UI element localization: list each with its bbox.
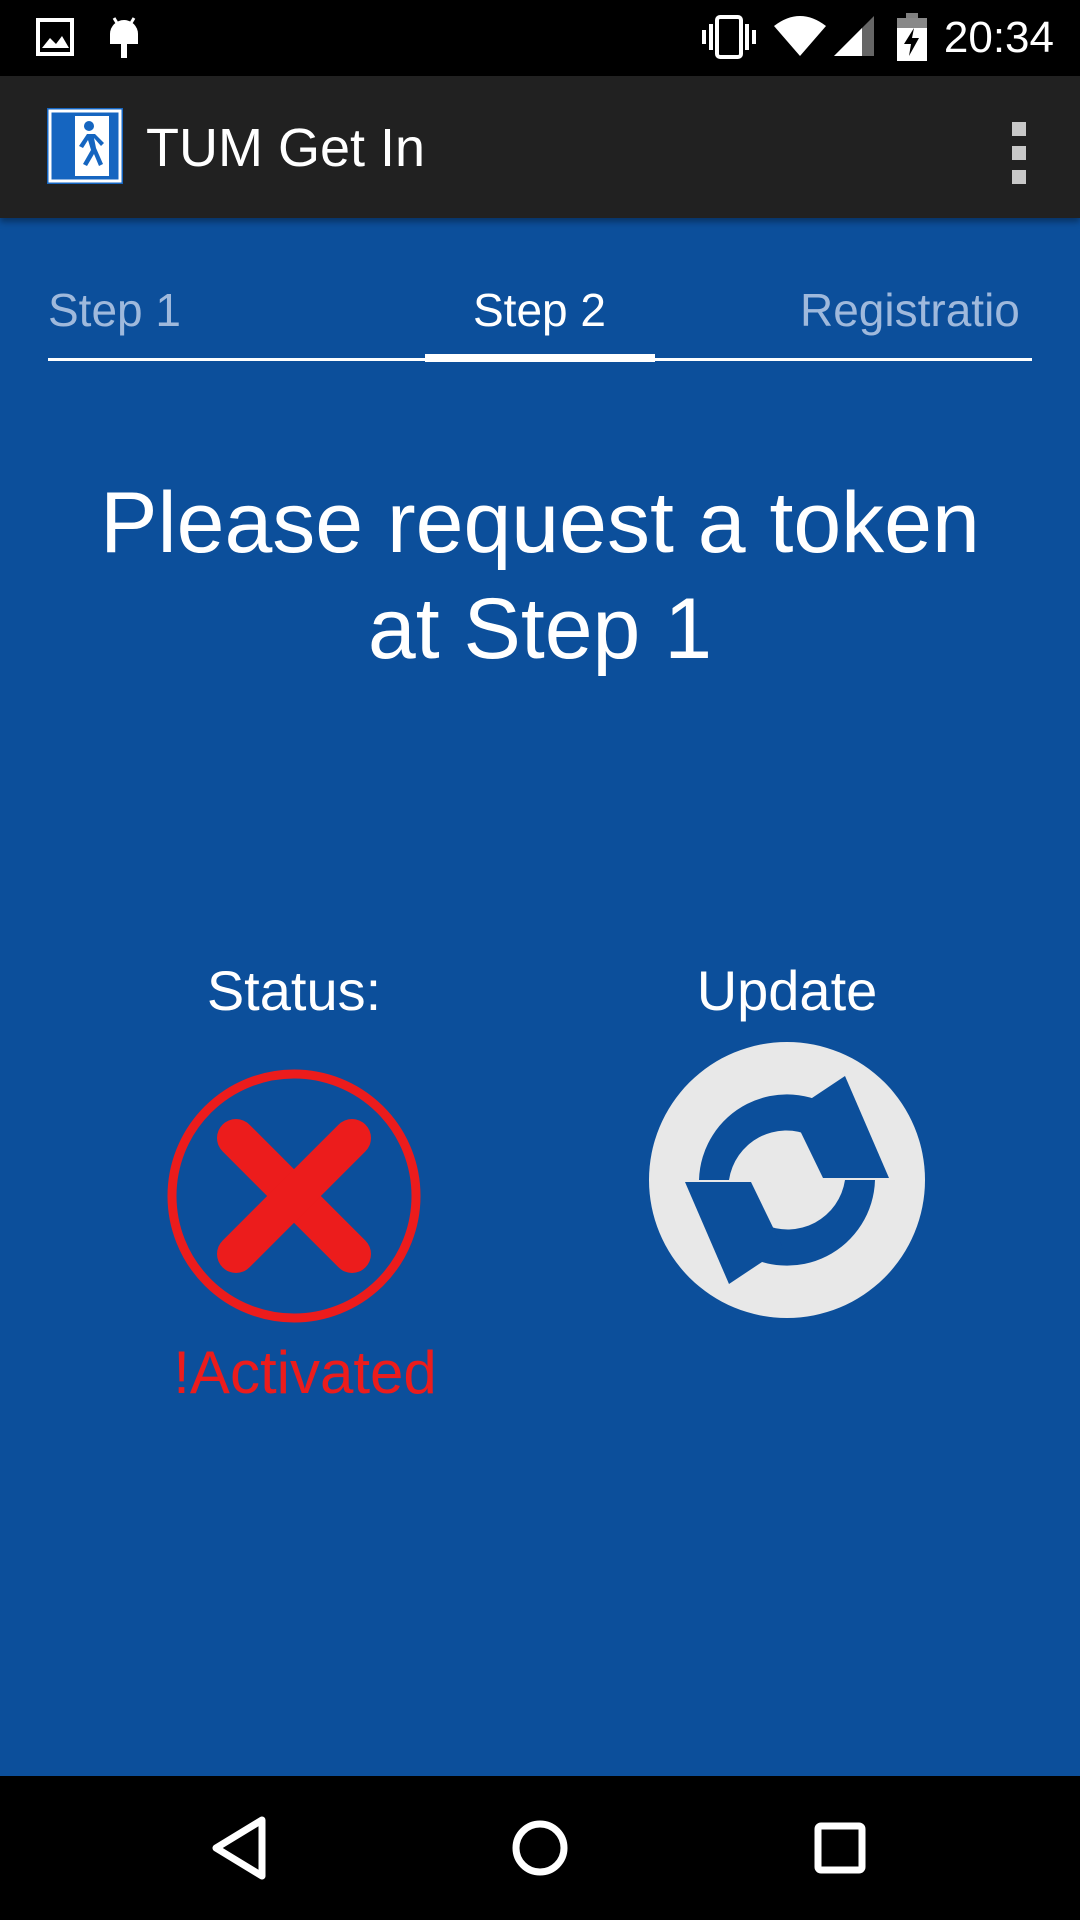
navigation-bar	[0, 1776, 1080, 1920]
cell-signal-icon	[834, 16, 874, 56]
tab-bar: Step 1 Step 2 Registratio	[48, 218, 1032, 362]
overflow-menu-dot	[1012, 170, 1026, 184]
app-bar: TUM Get In	[0, 76, 1080, 218]
android-notification-icon	[110, 17, 138, 58]
status-bar: 20:34	[0, 0, 1080, 76]
instruction-line-1: Please request a token	[100, 475, 980, 571]
overflow-menu-button[interactable]	[986, 106, 1050, 188]
battery-charging-icon	[897, 13, 927, 61]
home-icon[interactable]	[498, 1806, 582, 1890]
recents-icon[interactable]	[798, 1806, 882, 1890]
update-label: Update	[696, 959, 878, 1022]
tab-step-2[interactable]: Step 2	[473, 282, 606, 338]
vibrate-icon	[702, 15, 756, 59]
clock: 20:34	[943, 13, 1054, 62]
tab-registration[interactable]: Registratio	[800, 282, 1032, 338]
instruction-message: Please request a token at Step 1	[40, 470, 1040, 682]
overflow-menu-icon	[1012, 122, 1026, 136]
update-button[interactable]	[647, 1040, 927, 1320]
back-icon[interactable]	[198, 1806, 282, 1890]
status-value: !Activated	[173, 1339, 437, 1406]
tab-selected-indicator	[425, 354, 655, 362]
instruction-line-2: at Step 1	[367, 581, 713, 677]
wifi-icon	[774, 16, 826, 56]
screen: 20:34 TUM Get In Step 1 Step 2 Registrat…	[0, 0, 1080, 1920]
image-notification-icon	[36, 18, 74, 56]
emergency-exit-icon	[47, 108, 123, 184]
tab-step-1[interactable]: Step 1	[48, 282, 181, 338]
app-title: TUM Get In	[146, 118, 426, 178]
overflow-menu-dot	[1012, 146, 1026, 160]
status-label: Status:	[206, 959, 382, 1022]
error-x-icon	[167, 1069, 421, 1323]
